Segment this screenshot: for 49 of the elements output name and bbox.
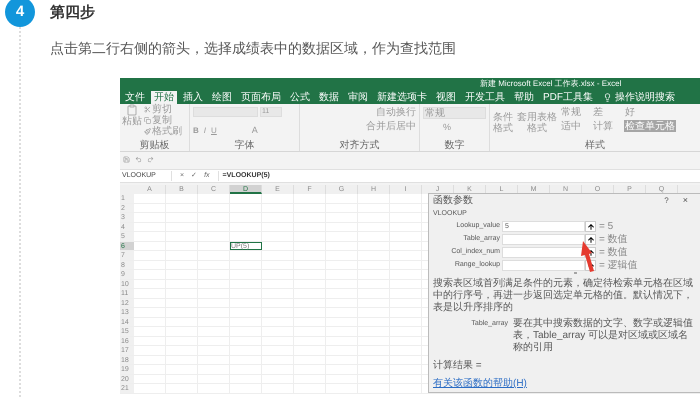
tell-me-search[interactable]: 操作说明搜索 [615,91,675,104]
result-label: 计算结果 = [433,360,483,372]
merge-center-button[interactable]: 合并后居中 [366,121,416,132]
ribbon-tab[interactable]: 新建选项卡 [374,91,430,104]
ribbon-tab[interactable]: 视图 [433,91,459,104]
step-title: 第四步 [50,3,96,23]
close-button[interactable]: × [682,194,688,208]
font-color-button[interactable]: A [252,124,258,136]
ribbon-tab[interactable]: 数据 [316,91,342,104]
help-link[interactable]: 有关该函数的帮助(H) [433,378,527,390]
group-label: 剪贴板 [138,140,170,151]
ribbon-tab[interactable]: PDF工具集 [540,91,596,104]
ribbon-tab[interactable]: 绘图 [209,91,235,104]
clipboard-button[interactable]: 剪切 [152,104,172,115]
argument-result: = 5 [598,221,614,232]
ribbon-tab[interactable]: 文件 [122,91,148,104]
help-button[interactable]: ? [664,194,669,206]
group-label: 数字 [444,140,466,151]
percent-button[interactable]: % [443,122,452,133]
argument-result: = 逻辑值 [598,260,638,271]
group-label: 对齐方式 [338,140,380,151]
step-instruction: 点击第二行右侧的箭头，选择成绩表中的数据区域，作为查找范围 [50,39,457,58]
step-number: 4 [5,0,35,27]
dialog-title: 函数参数 [433,194,474,208]
cell-style[interactable]: 检查单元格 [624,120,676,132]
paste-button[interactable]: 粘贴 [122,116,142,127]
function-description: 搜索表区域首列满足条件的元素，确定待检索单元格在区域中的行序号，再进一步返回选定单元格的值。默认情况下，表是以升序排序的 [433,278,694,314]
number-format-field[interactable]: 常规 [423,107,486,119]
format-button[interactable]: I [204,124,206,136]
argument-result: = 数值 [598,247,628,258]
argument-result: = 数值 [598,234,628,245]
ribbon-tab[interactable]: 页面布局 [238,91,284,104]
ribbon-tab[interactable]: 开始 [151,91,177,104]
ribbon-tab[interactable]: 插入 [180,91,206,104]
format-button[interactable]: U [211,124,217,136]
ribbon-tab[interactable]: 帮助 [511,91,537,104]
table-format-button[interactable]: 套用表格格式 [516,106,558,140]
ribbon-tab[interactable]: 开发工具 [462,91,508,104]
conditional-format-button[interactable]: 条件格式 [492,106,514,140]
clipboard-button[interactable]: 格式刷 [152,126,182,137]
ribbon-tab[interactable]: 审阅 [345,91,371,104]
group-label: 样式 [584,140,606,151]
argument-help-text: 要在其中搜索数据的文字、数字或逻辑值表，Table_array 可以是对区域或区域名称的引用 [513,318,694,354]
clipboard-button[interactable]: 复制 [152,115,172,126]
window-title: 新建 Microsoft Excel 工作表.xlsx - Excel [479,78,622,90]
ribbon-tab[interactable]: 公式 [287,91,313,104]
format-button[interactable]: B [193,124,199,136]
wrap-text-button[interactable]: 自动换行 [376,107,416,118]
group-label: 字体 [234,140,256,151]
